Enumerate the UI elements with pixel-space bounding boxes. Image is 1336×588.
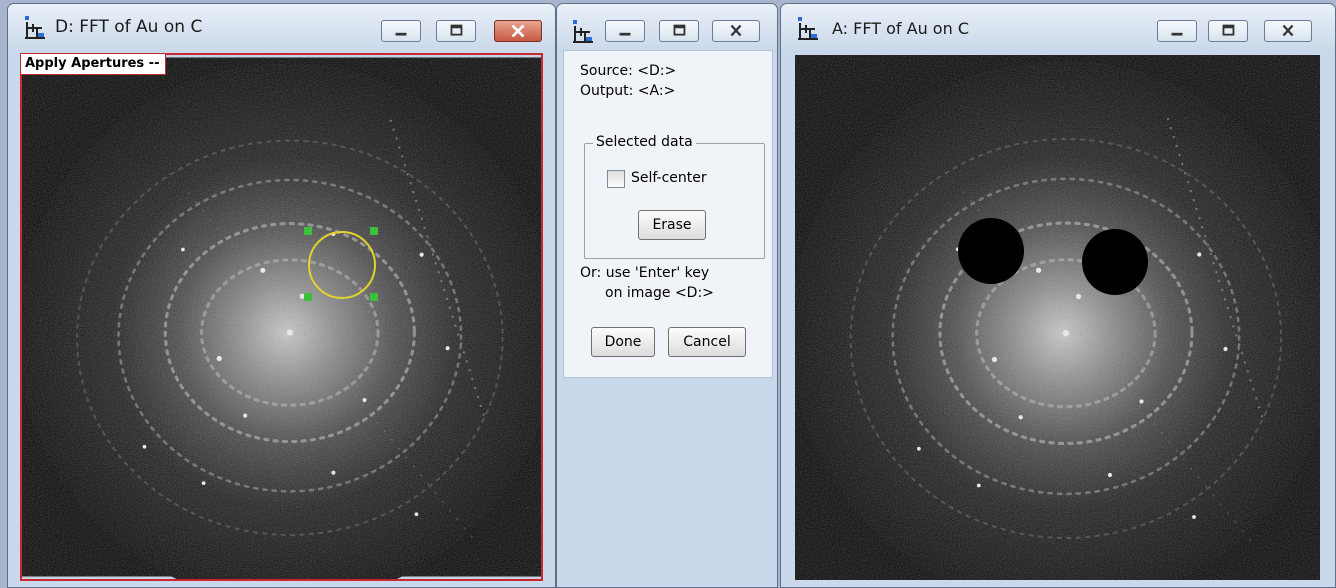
hint-line-1: Or: use 'Enter' key: [580, 265, 710, 281]
aperture-handle[interactable]: [304, 293, 312, 301]
close-button[interactable]: [1264, 20, 1312, 42]
minimize-button[interactable]: [605, 20, 645, 42]
maximize-icon: [673, 24, 686, 36]
right-image-window[interactable]: A: FFT of Au on C: [780, 3, 1336, 588]
maximize-icon: [450, 24, 463, 36]
maximize-button[interactable]: [659, 20, 699, 42]
close-icon: [730, 24, 742, 37]
maximize-button[interactable]: [436, 20, 476, 42]
left-image-window[interactable]: D: FFT of Au on C Apply Apertures --: [7, 3, 556, 588]
close-icon: [511, 24, 525, 38]
output-label: Output: <A:>: [580, 83, 676, 99]
done-button[interactable]: Done: [591, 327, 655, 357]
dialog-panel: Source: <D:> Output: <A:> Selected data …: [563, 50, 773, 378]
self-center-label[interactable]: Self-center: [631, 170, 707, 186]
masked-apertures: [958, 218, 1148, 295]
hint-line-2: on image <D:>: [605, 285, 714, 301]
maximize-button[interactable]: [1208, 20, 1248, 42]
minimize-button[interactable]: [381, 20, 421, 42]
minimize-icon: [395, 32, 407, 36]
erase-button[interactable]: Erase: [638, 210, 706, 240]
selected-data-group: Selected data Self-center Erase: [584, 134, 765, 259]
minimize-button[interactable]: [1157, 20, 1197, 42]
selected-data-label: Selected data: [593, 134, 696, 150]
close-icon: [1282, 24, 1294, 37]
masked-aperture: [958, 218, 1024, 284]
left-title-bar[interactable]: D: FFT of Au on C: [8, 4, 555, 50]
aperture-handle[interactable]: [370, 293, 378, 301]
window-title: D: FFT of Au on C: [55, 17, 203, 37]
close-button[interactable]: [494, 20, 542, 42]
fft-image-a[interactable]: [795, 55, 1320, 580]
aperture-circle[interactable]: [308, 231, 376, 299]
app-icon[interactable]: [795, 17, 821, 43]
aperture-overlay[interactable]: [22, 55, 541, 579]
apertures-dialog[interactable]: Source: <D:> Output: <A:> Selected data …: [556, 3, 778, 588]
minimize-icon: [1171, 32, 1183, 36]
app-icon[interactable]: [570, 20, 596, 46]
apply-apertures-label: Apply Apertures --: [20, 53, 167, 75]
minimize-icon: [619, 32, 631, 36]
app-icon[interactable]: [22, 16, 48, 42]
cancel-button[interactable]: Cancel: [668, 327, 746, 357]
aperture-handle[interactable]: [304, 227, 312, 235]
close-button[interactable]: [712, 20, 760, 42]
maximize-icon: [1222, 24, 1235, 36]
window-title: A: FFT of Au on C: [832, 19, 969, 38]
fft-image-d[interactable]: [20, 53, 543, 581]
self-center-checkbox[interactable]: [607, 170, 625, 188]
dialog-title-bar[interactable]: [557, 4, 777, 50]
source-label: Source: <D:>: [580, 63, 677, 79]
right-title-bar[interactable]: A: FFT of Au on C: [781, 4, 1335, 50]
aperture-handle[interactable]: [370, 227, 378, 235]
masked-aperture: [1082, 229, 1148, 295]
